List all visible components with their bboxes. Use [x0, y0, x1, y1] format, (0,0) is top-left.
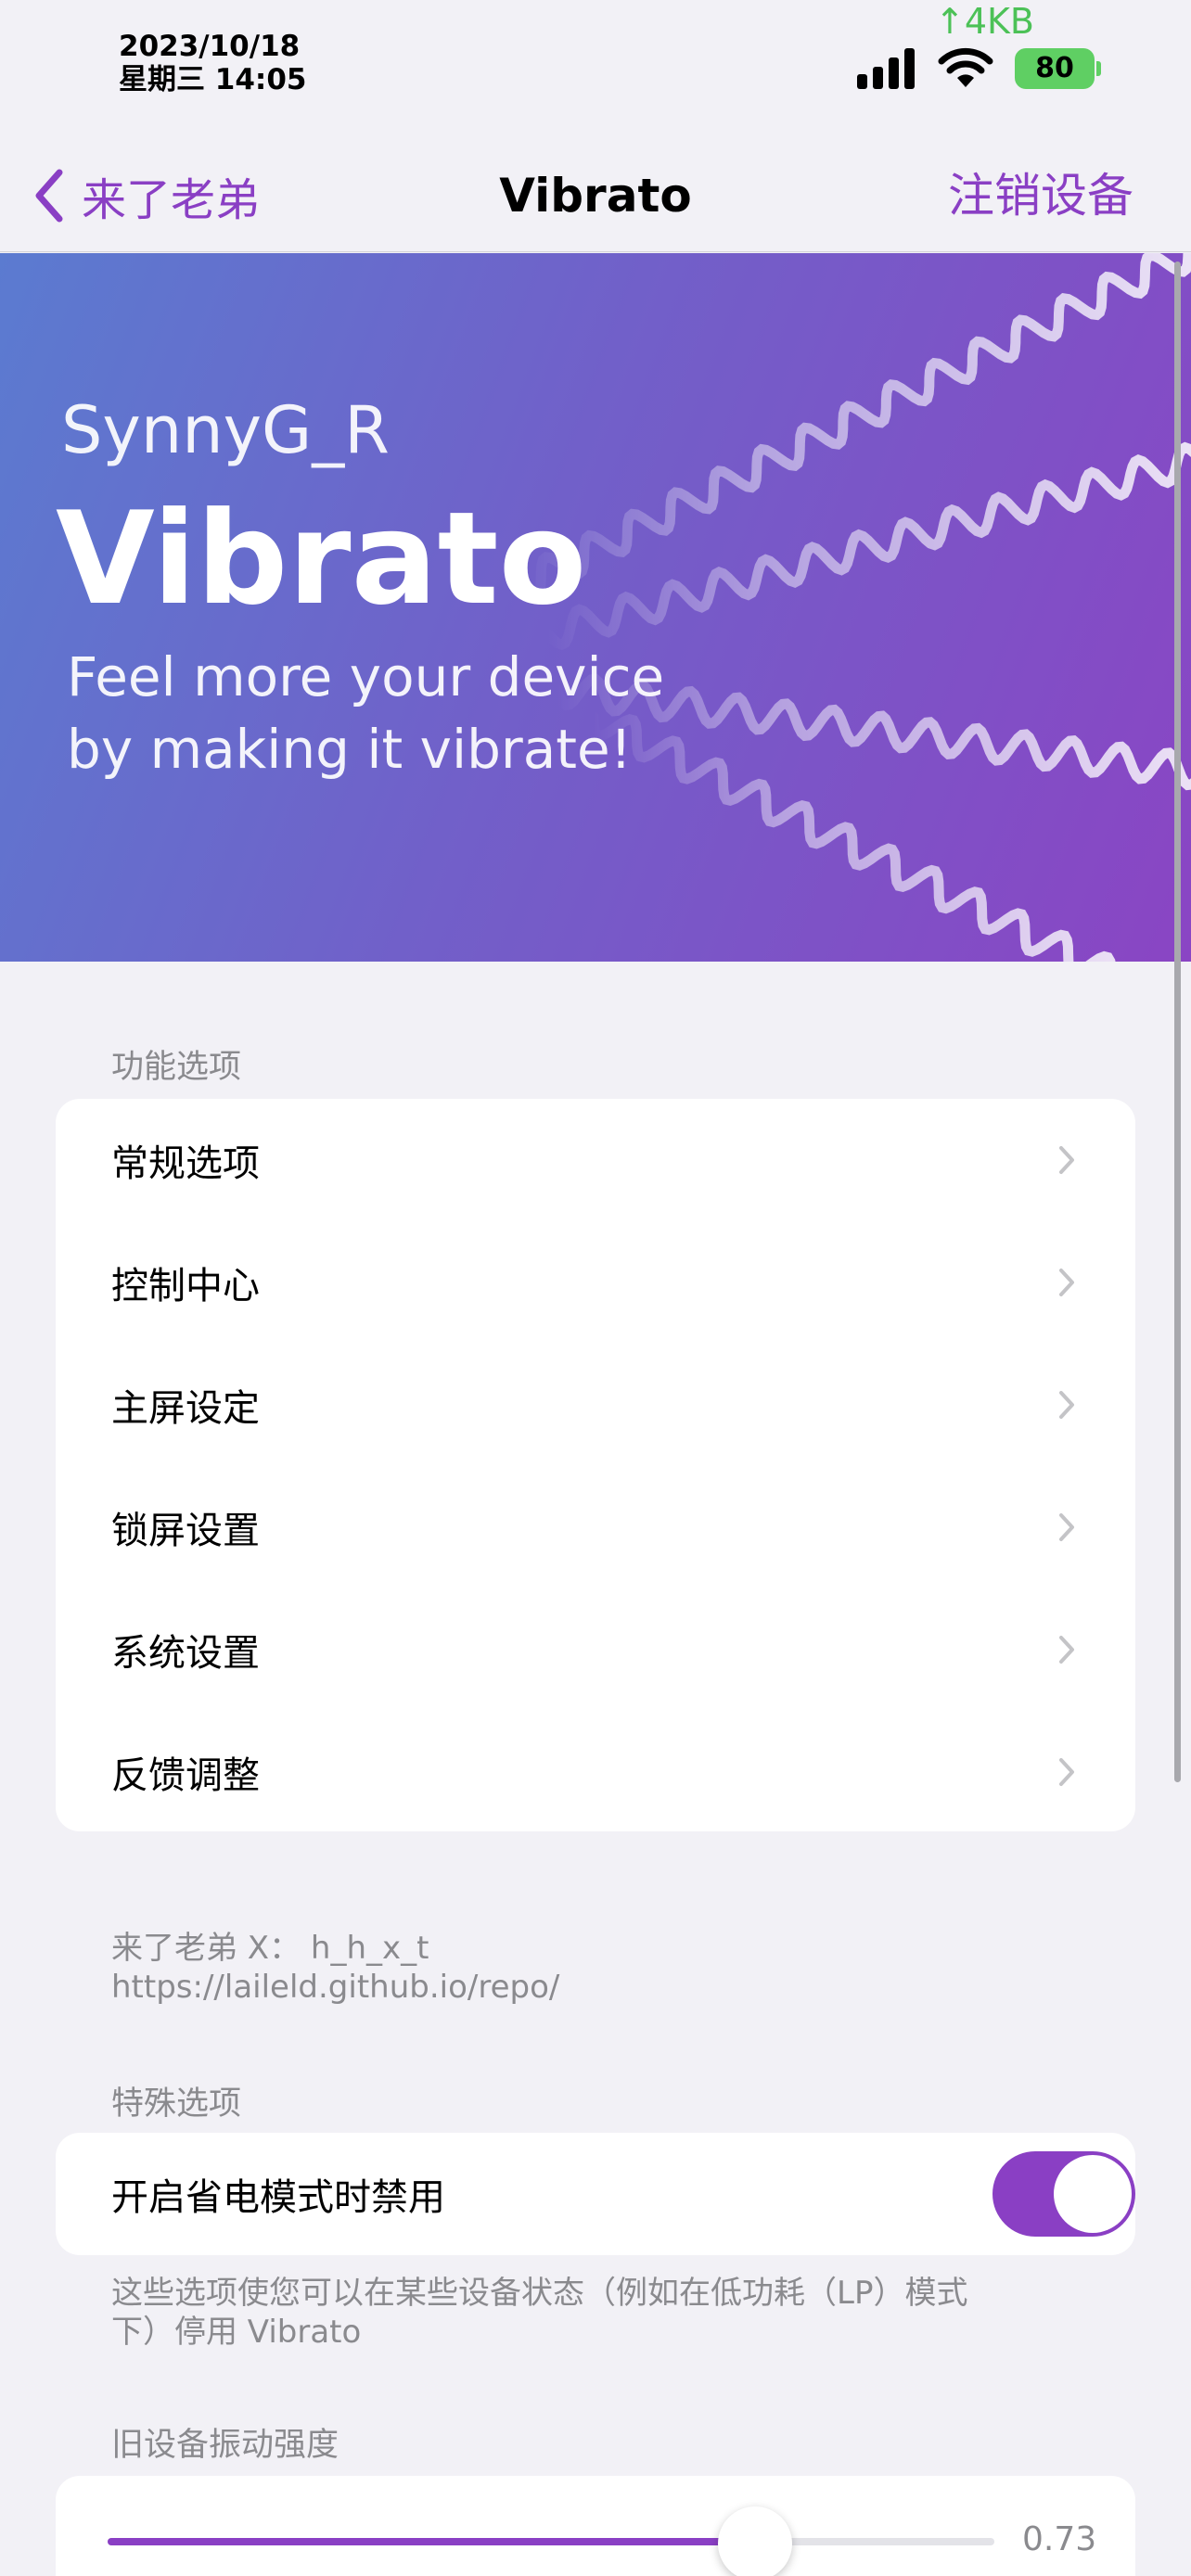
list-item-system-settings[interactable]: 系统设置: [56, 1588, 1135, 1711]
intensity-slider-fill: [108, 2538, 755, 2545]
list-item-label: 主屏设定: [111, 1387, 260, 1430]
status-date-time: 2023/10/18 星期三 14:05: [119, 30, 306, 96]
chevron-right-icon: [1059, 1391, 1074, 1419]
intensity-section-header: 旧设备振动强度: [111, 2427, 339, 2464]
special-section-header: 特殊选项: [111, 2085, 242, 2123]
banner-subtitle: Feel more your device by making it vibra…: [67, 641, 716, 785]
banner-subtitle-line-2: by making it vibrate!: [67, 718, 632, 781]
intensity-slider-track[interactable]: [108, 2538, 994, 2545]
list-item-control-center[interactable]: 控制中心: [56, 1221, 1135, 1344]
banner-subtitle-line-1: Feel more your device: [67, 645, 665, 708]
list-item-label: 锁屏设置: [111, 1510, 260, 1552]
list-item-label: 控制中心: [111, 1265, 260, 1307]
footnote-line-1: 这些选项使您可以在某些设备状态（例如在低功耗（LP）模式: [111, 2275, 968, 2312]
list-item-general-options[interactable]: 常规选项: [56, 1099, 1135, 1221]
cellular-signal-icon: [857, 48, 915, 89]
intensity-slider-thumb[interactable]: [717, 2506, 792, 2576]
special-options-footnote: 这些选项使您可以在某些设备状态（例如在低功耗（LP）模式 下）停用 Vibrat…: [111, 2274, 967, 2352]
list-item-lock-screen[interactable]: 锁屏设置: [56, 1466, 1135, 1588]
toggle-knob: [1054, 2155, 1132, 2233]
status-bar: 2023/10/18 星期三 14:05 ↑4KB 80: [0, 0, 1191, 139]
scrollbar[interactable]: [1174, 261, 1181, 1782]
status-weekday-time: 星期三 14:05: [119, 63, 307, 96]
intensity-value: 0.73: [1022, 2520, 1097, 2558]
chevron-right-icon: [1059, 1636, 1074, 1664]
chevron-right-icon: [1059, 1758, 1074, 1786]
header-banner: SynnyG_R Vibrato Feel more your device b…: [0, 253, 1191, 962]
wifi-icon: [938, 47, 993, 87]
deregister-device-button[interactable]: 注销设备: [948, 163, 1133, 228]
list-item-label: 系统设置: [111, 1632, 260, 1675]
toggle-label: 开启省电模式时禁用: [111, 2176, 445, 2219]
battery-icon: 80: [1015, 48, 1101, 89]
chevron-right-icon: [1059, 1513, 1074, 1541]
navigation-bar: 来了老弟 Vibrato 注销设备: [0, 139, 1191, 252]
list-item-home-screen[interactable]: 主屏设定: [56, 1344, 1135, 1466]
chevron-right-icon: [1059, 1146, 1074, 1174]
list-item-label: 反馈调整: [111, 1754, 260, 1797]
banner-author: SynnyG_R: [61, 392, 390, 468]
list-item-low-power-disable: 开启省电模式时禁用: [56, 2133, 1135, 2255]
list-item-feedback-adjust[interactable]: 反馈调整: [56, 1711, 1135, 1833]
intensity-card: 0.73: [56, 2476, 1135, 2576]
low-power-disable-toggle[interactable]: [992, 2151, 1135, 2237]
features-list: 常规选项 控制中心 主屏设定 锁屏设置 系统设置 反馈调整: [56, 1099, 1135, 1831]
battery-level: 80: [1035, 52, 1074, 84]
banner-title: Vibrato: [56, 484, 587, 633]
features-section-header: 功能选项: [111, 1049, 242, 1086]
special-options-list: 开启省电模式时禁用: [56, 2133, 1135, 2255]
status-date: 2023/10/18: [119, 30, 301, 63]
network-speed: ↑4KB: [935, 1, 1035, 42]
chevron-right-icon: [1059, 1269, 1074, 1296]
author-handle: 来了老弟 X： h_h_x_t: [111, 1930, 429, 1967]
list-item-label: 常规选项: [111, 1142, 260, 1185]
footnote-line-2: 下）停用 Vibrato: [111, 2314, 362, 2351]
repo-link[interactable]: https://laileld.github.io/repo/: [111, 1968, 559, 2007]
author-info: 来了老弟 X： h_h_x_t https://laileld.github.i…: [111, 1929, 559, 2007]
